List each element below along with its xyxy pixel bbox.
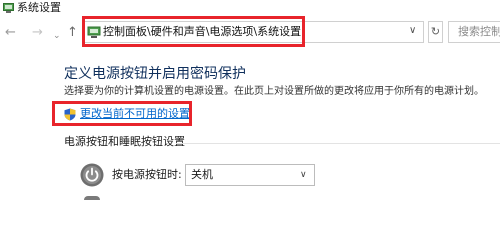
recent-locations-button[interactable]: ⌄ bbox=[53, 28, 61, 44]
page-description: 选择要为你的计算机设置的电源设置。在此页上对设置所做的更改将应用于你所有的电源计… bbox=[64, 86, 484, 97]
section-title: 电源按钮和睡眠按钮设置 bbox=[64, 135, 185, 148]
forward-button[interactable]: → bbox=[32, 25, 43, 41]
back-button[interactable]: ← bbox=[5, 25, 16, 41]
search-placeholder: 搜索控制面 bbox=[458, 25, 500, 38]
chevron-down-icon[interactable]: ∨ bbox=[300, 168, 307, 182]
sleep-icon bbox=[84, 196, 100, 200]
up-button[interactable]: ↑ bbox=[67, 25, 78, 41]
power-button-label: 按电源按钮时: bbox=[112, 168, 182, 181]
window-title: 系统设置 bbox=[17, 1, 61, 14]
control-panel-icon bbox=[3, 3, 14, 13]
power-icon bbox=[80, 163, 104, 187]
link-highlight-box bbox=[52, 101, 192, 126]
section-divider bbox=[176, 143, 500, 144]
address-dropdown-button[interactable]: ∨ bbox=[409, 25, 416, 36]
system-settings-window: 系统设置 ← → ⌄ ↑ 控制面板\硬件和声音\电源选项\系统设置 ∨ ↻ 搜索… bbox=[0, 0, 500, 200]
power-button-selected-value[interactable]: 关机 bbox=[191, 168, 213, 182]
refresh-button[interactable]: ↻ bbox=[428, 21, 443, 43]
address-highlight-box bbox=[82, 16, 305, 47]
page-title: 定义电源按钮并启用密码保护 bbox=[64, 66, 246, 82]
